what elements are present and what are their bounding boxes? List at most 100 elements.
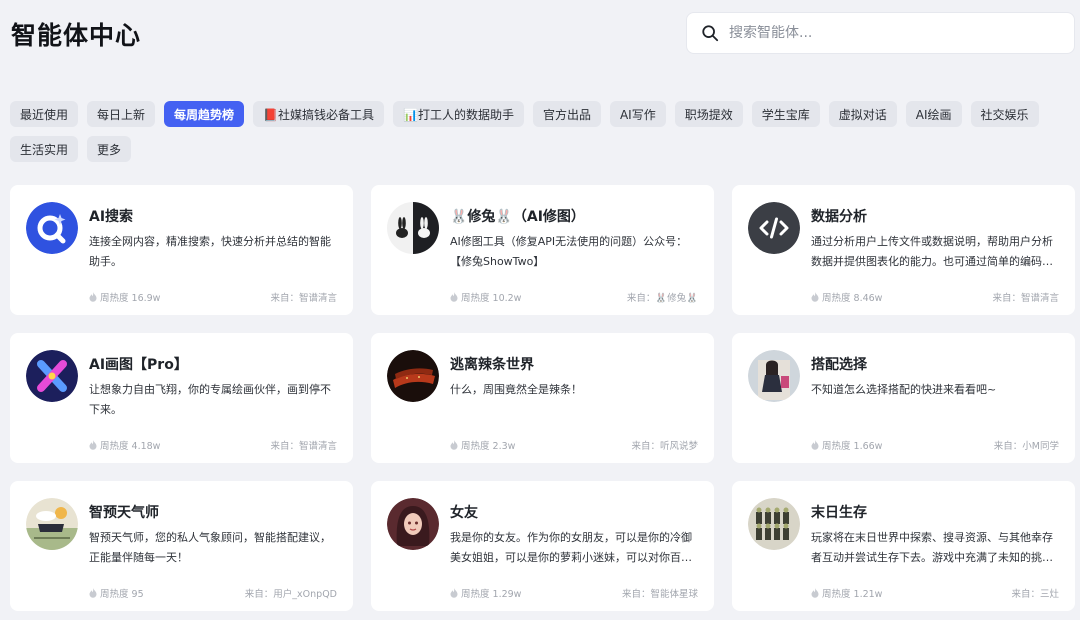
category-tab[interactable]: 官方出品 [532,101,601,127]
agent-footer: 周热度 1.66w 来自：小M同学 [811,438,1059,452]
flame-icon [89,440,97,450]
agent-heat: 周热度 1.29w [450,586,521,600]
agent-description: 智预天气师，您的私人气象顾问，智能搭配建议，正能量伴随每一天！ [89,531,331,564]
agent-heat-text: 周热度 2.3w [461,441,516,452]
agent-name: 智预天气师 [89,505,159,521]
agent-source: 来自：智谱清言 [992,293,1059,304]
agent-source: 来自：智谱清言 [270,441,337,452]
category-tab[interactable]: 📕社媒搞钱必备工具 [253,101,384,127]
paint-x-icon [26,350,78,402]
category-tab[interactable]: 📊打工人的数据助手 [393,101,524,127]
category-tab[interactable]: 最近使用 [10,101,79,127]
agent-description: 通过分析用户上传文件或数据说明，帮助用户分析数据并提供图表化的能力。也可通过简单… [811,235,1053,268]
category-tab[interactable]: 生活实用 [10,136,79,162]
agent-card[interactable]: 末日生存 玩家将在末日世界中探索、搜寻资源、与其他幸存者互动并尝试生存下去。游戏… [732,481,1075,611]
agent-name: 逃离辣条世界 [450,357,534,373]
agent-name: 女友 [450,505,478,521]
agent-footer: 周热度 1.21w 来自：三灶 [811,586,1059,600]
category-tab[interactable]: 学生宝库 [751,101,820,127]
agent-description: 什么，周围竟然全是辣条！ [450,383,582,396]
agent-description: 玩家将在末日世界中探索、搜寻资源、与其他幸存者互动并尝试生存下去。游戏中充满了未… [811,531,1053,564]
agent-grid: AI搜索 连接全网内容，精准搜索，快速分析并总结的智能助手。 周热度 16.9w… [10,185,1075,611]
flame-icon [811,588,819,598]
agent-heat: 周热度 1.66w [811,438,882,452]
agent-card[interactable]: 搭配选择 不知道怎么选择搭配的快进来看看吧~ 周热度 1.66w 来自：小M同学 [732,333,1075,463]
agent-card[interactable]: 女友 我是你的女友。作为你的女朋友，可以是你的冷御美女姐姐，可以是你的萝莉小迷妹… [371,481,714,611]
page-title: 智能体中心 [11,21,142,50]
agent-footer: 周热度 1.29w 来自：智能体星球 [450,586,698,600]
agent-heat-text: 周热度 8.46w [822,293,883,304]
agent-heat-text: 周热度 1.29w [461,589,522,600]
agent-heat: 周热度 4.18w [89,438,160,452]
agent-source: 来自：三灶 [1011,589,1059,600]
agent-source: 来自：用户_xOnpQD [244,589,337,600]
agent-heat-text: 周热度 1.21w [822,589,883,600]
agent-description: AI修图工具（修复API无法使用的问题）公众号：【修兔ShowTwo】 [450,235,688,268]
agent-name: 🐰修兔🐰（AI修图） [450,209,585,225]
agent-footer: 周热度 2.3w 来自：听风说梦 [450,438,698,452]
agent-heat: 周热度 8.46w [811,290,882,304]
category-tab[interactable]: 每周趋势榜 [164,101,245,127]
agent-heat-text: 周热度 95 [100,589,144,600]
agent-name: 数据分析 [811,209,867,225]
agent-footer: 周热度 8.46w 来自：智谱清言 [811,290,1059,304]
search-input[interactable] [729,25,1049,41]
flame-icon [811,440,819,450]
agent-footer: 周热度 16.9w 来自：智谱清言 [89,290,337,304]
agent-name: AI画图【Pro】 [89,357,188,373]
agent-description: 连接全网内容，精准搜索，快速分析并总结的智能助手。 [89,235,331,268]
agent-source: 来自：🐰修兔🐰 [626,293,698,304]
agent-card[interactable]: AI画图【Pro】 让想象力自由飞翔，你的专属绘画伙伴，画到停不下来。 周热度 … [10,333,353,463]
agent-source: 来自：智能体星球 [621,589,698,600]
category-tab[interactable]: 虚拟对话 [828,101,897,127]
agent-heat: 周热度 10.2w [450,290,521,304]
agent-description: 让想象力自由飞翔，你的专属绘画伙伴，画到停不下来。 [89,383,331,416]
category-tab[interactable]: 每日上新 [87,101,156,127]
spicy-strip-image [387,350,439,402]
agent-card[interactable]: 🐰修兔🐰（AI修图） AI修图工具（修复API无法使用的问题）公众号：【修兔Sh… [371,185,714,315]
agent-description: 我是你的女友。作为你的女朋友，可以是你的冷御美女姐姐，可以是你的萝莉小迷妹，可以… [450,531,692,564]
category-tab[interactable]: 社交娱乐 [970,101,1039,127]
agent-card[interactable]: 逃离辣条世界 什么，周围竟然全是辣条！ 周热度 2.3w 来自：听风说梦 [371,333,714,463]
agent-heat: 周热度 2.3w [450,438,515,452]
agent-heat-text: 周热度 4.18w [100,441,161,452]
rabbit-icon [387,202,439,254]
agent-source: 来自：小M同学 [993,441,1059,452]
flame-icon [450,440,458,450]
category-tab[interactable]: 更多 [87,136,132,162]
girlfriend-image [387,498,439,550]
weather-image [26,498,78,550]
agent-heat-text: 周热度 1.66w [822,441,883,452]
agent-name: AI搜索 [89,209,134,225]
agent-card[interactable]: AI搜索 连接全网内容，精准搜索，快速分析并总结的智能助手。 周热度 16.9w… [10,185,353,315]
agent-source: 来自：听风说梦 [631,441,698,452]
agent-footer: 周热度 4.18w 来自：智谱清言 [89,438,337,452]
agent-heat-text: 周热度 10.2w [461,293,522,304]
agent-card[interactable]: 智预天气师 智预天气师，您的私人气象顾问，智能搭配建议，正能量伴随每一天！ 周热… [10,481,353,611]
category-tab[interactable]: 职场提效 [674,101,743,127]
search-agent-icon [26,202,78,254]
flame-icon [89,588,97,598]
agent-heat: 周热度 1.21w [811,586,882,600]
fashion-girl-image [748,350,800,402]
agent-description: 不知道怎么选择搭配的快进来看看吧~ [811,383,997,396]
category-tab[interactable]: AI绘画 [905,101,962,127]
agent-name: 末日生存 [811,505,867,521]
flame-icon [811,292,819,302]
agent-source: 来自：智谱清言 [270,293,337,304]
category-tab[interactable]: AI写作 [609,101,666,127]
category-tabs: 最近使用 每日上新 每周趋势榜 📕社媒搞钱必备工具 📊打工人的数据助手 官方出品 AI写作职… [10,101,1076,162]
agent-heat-text: 周热度 16.9w [100,293,161,304]
agent-card[interactable]: 数据分析 通过分析用户上传文件或数据说明，帮助用户分析数据并提供图表化的能力。也… [732,185,1075,315]
agent-heat: 周热度 16.9w [89,290,160,304]
agent-footer: 周热度 95 来自：用户_xOnpQD [89,586,337,600]
survival-image [748,498,800,550]
agent-heat: 周热度 95 [89,586,144,600]
flame-icon [450,588,458,598]
flame-icon [450,292,458,302]
agent-name: 搭配选择 [811,357,867,373]
search-icon [702,25,719,42]
code-icon [748,202,800,254]
search-box[interactable] [686,12,1075,54]
agent-footer: 周热度 10.2w 来自：🐰修兔🐰 [450,290,698,304]
